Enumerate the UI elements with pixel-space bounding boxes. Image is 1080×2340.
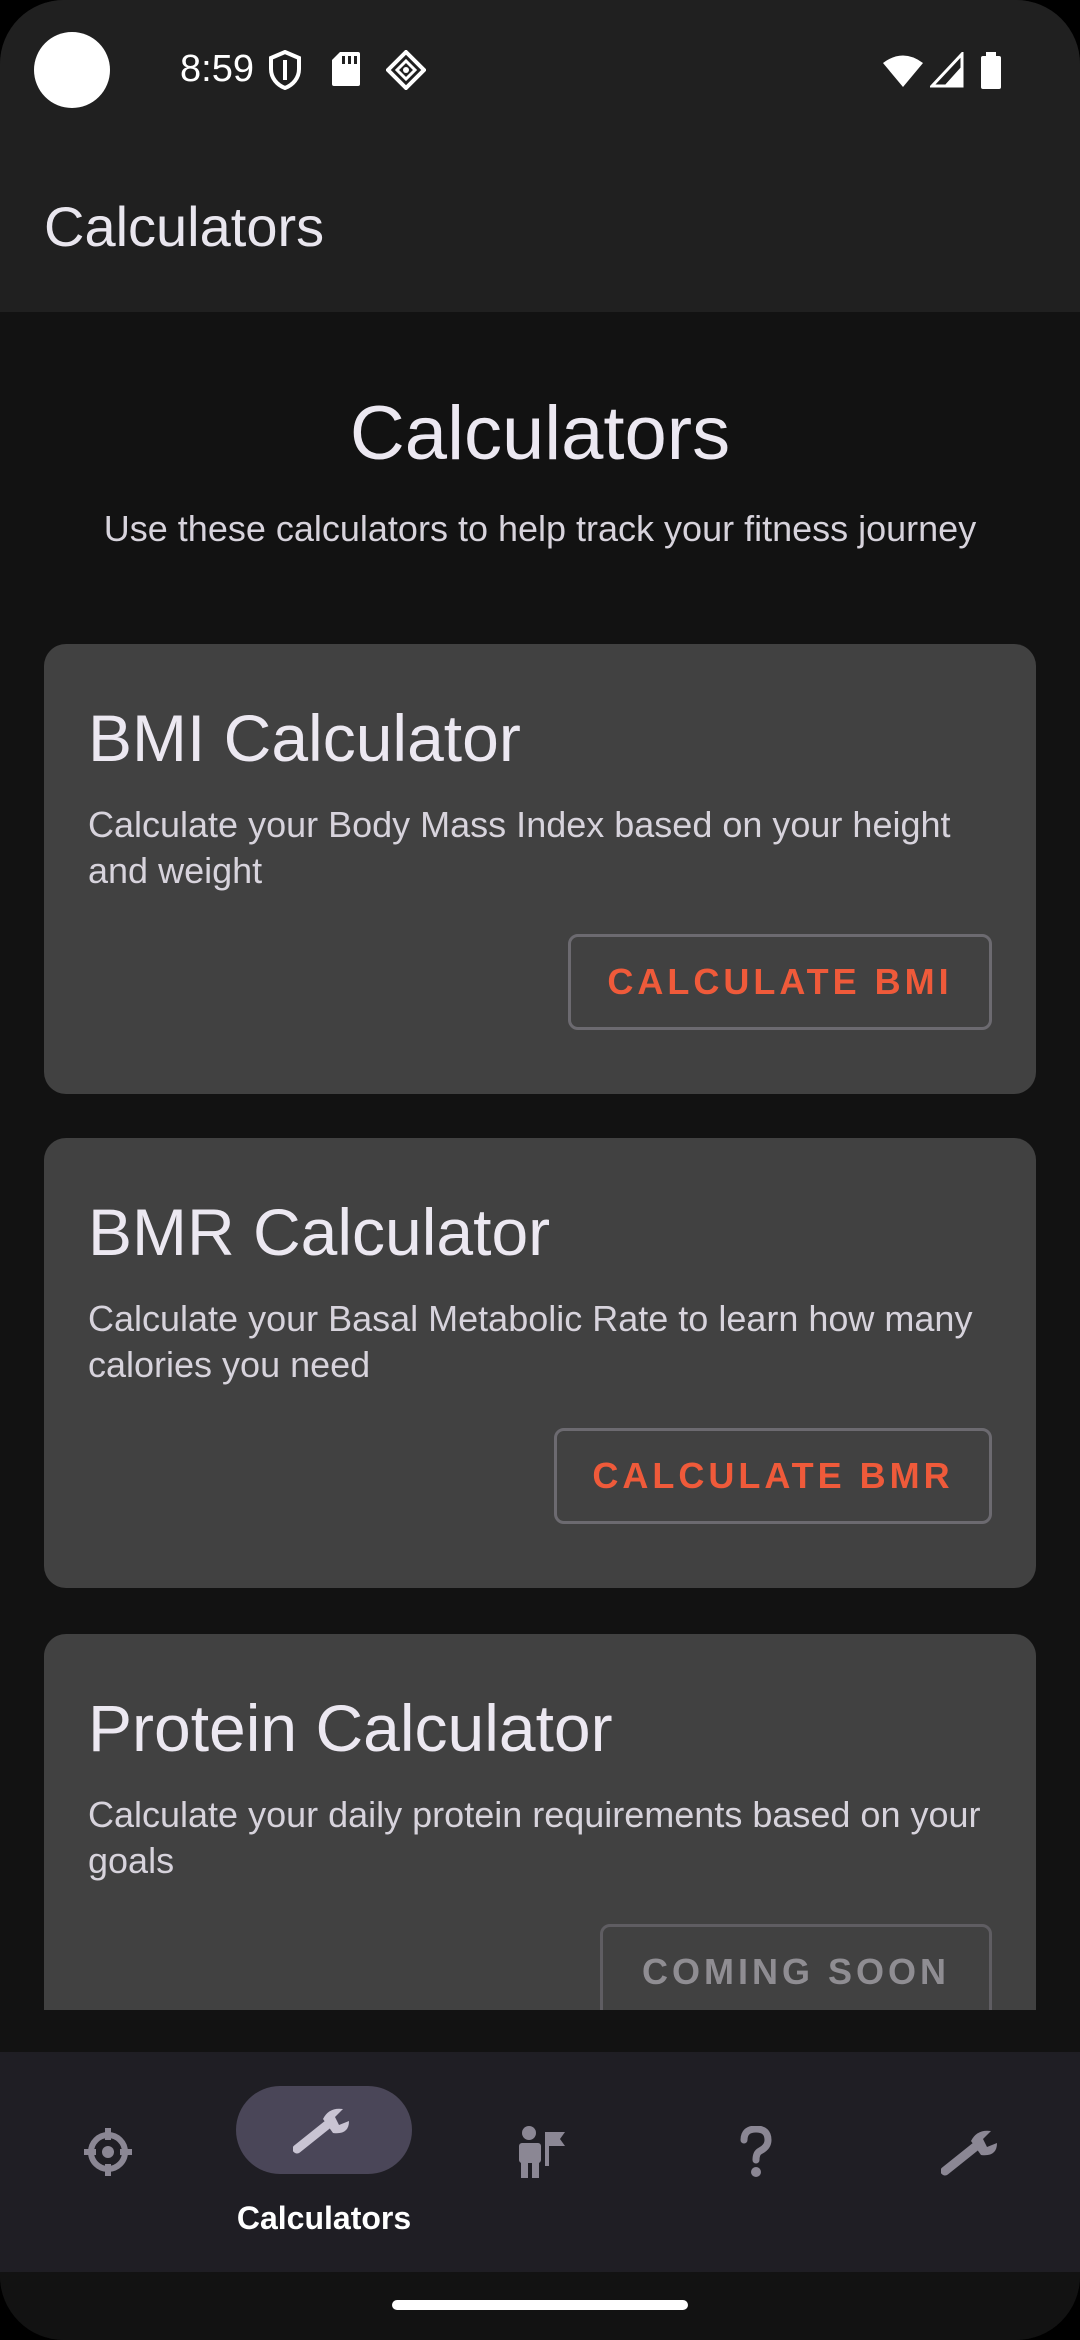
bottom-navigation: Calculators: [0, 2052, 1080, 2272]
wrench-icon: [293, 2108, 349, 2154]
card-description: Calculate your Body Mass Index based on …: [88, 804, 951, 891]
status-bar: 8:59: [0, 0, 1080, 140]
nav-icon-container: [20, 2108, 196, 2196]
camera-cutout: [34, 32, 110, 108]
nav-icon-container: [884, 2108, 1060, 2196]
question-icon: [740, 2126, 772, 2177]
nav-item-calculators[interactable]: Calculators: [216, 2052, 432, 2272]
card-title: BMI Calculator: [88, 701, 521, 775]
nav-icon-container: [452, 2108, 628, 2196]
network-badge-icon: [386, 50, 426, 90]
app-bar: Calculators: [0, 140, 1080, 312]
screen: 8:59 Calculators Calculators Use these c…: [0, 0, 1080, 2340]
card-title: BMR Calculator: [88, 1195, 551, 1269]
nav-label-calculators: Calculators: [236, 2200, 412, 2236]
calculate-bmr-button[interactable]: CALCULATE BMR: [554, 1428, 992, 1524]
nav-item-tools[interactable]: [864, 2052, 1080, 2272]
nav-icon-container: [668, 2108, 844, 2196]
wrench-icon: [941, 2130, 997, 2176]
bmr-calculator-card: BMR Calculator Calculate your Basal Meta…: [44, 1138, 1036, 1588]
app-bar-title: Calculators: [44, 195, 325, 258]
page-title: Calculators: [349, 391, 731, 476]
card-description: Calculate your daily protein requirement…: [88, 1794, 981, 1881]
page-subtitle: Use these calculators to help track your…: [103, 508, 977, 549]
calculate-bmi-button[interactable]: CALCULATE BMI: [568, 934, 992, 1030]
calculators-content[interactable]: Calculators Use these calculators to hel…: [0, 312, 1080, 2010]
card-description: Calculate your Basal Metabolic Rate to l…: [88, 1298, 973, 1385]
nav-active-indicator: [236, 2086, 412, 2174]
battery-icon: [981, 52, 1001, 89]
nav-item-person[interactable]: [432, 2052, 648, 2272]
target-icon: [84, 2128, 132, 2176]
coming-soon-button: COMING SOON: [600, 1924, 992, 2010]
nav-item-target[interactable]: [0, 2052, 216, 2272]
protein-calculator-card: Protein Calculator Calculate your daily …: [44, 1634, 1036, 2010]
sd-card-icon: [332, 52, 360, 86]
home-indicator[interactable]: [392, 2300, 688, 2310]
shield-icon: [269, 50, 301, 90]
nav-item-help[interactable]: [648, 2052, 864, 2272]
cell-signal-icon: [930, 52, 964, 88]
person-flag-icon: [519, 2126, 565, 2178]
wifi-icon: [883, 55, 923, 87]
status-time: 8:59: [180, 48, 254, 90]
card-title: Protein Calculator: [88, 1691, 613, 1765]
bmi-calculator-card: BMI Calculator Calculate your Body Mass …: [44, 644, 1036, 1094]
